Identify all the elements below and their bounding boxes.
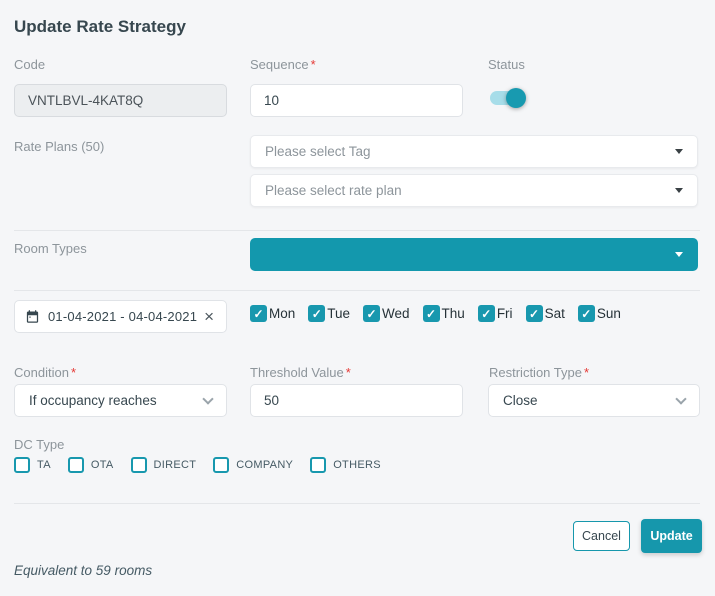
chevron-down-icon [202,393,213,404]
condition-label-text: Condition [14,365,69,380]
restriction-type-label: Restriction Type* [489,365,589,380]
tag-select-placeholder: Please select Tag [265,144,675,159]
checkbox-unchecked [14,457,30,473]
update-button[interactable]: Update [641,519,702,553]
caret-down-icon [675,252,683,257]
required-asterisk: * [311,57,316,72]
date-range-value: 01-04-2021 - 04-04-2021 [48,309,202,324]
room-types-select[interactable] [250,238,698,271]
dc-type-checkbox-group: TA OTA DIRECT COMPANY OTHERS [14,457,381,473]
room-types-label: Room Types [14,241,87,256]
restriction-type-label-text: Restriction Type [489,365,582,380]
weekday-checkbox-fri[interactable]: ✓Fri [478,305,513,322]
weekday-checkbox-mon[interactable]: ✓Mon [250,305,295,322]
dc-type-option-label: DIRECT [154,459,197,471]
weekday-checkbox-sun[interactable]: ✓Sun [578,305,621,322]
weekday-checkbox-wed[interactable]: ✓Wed [363,305,410,322]
condition-select-value: If occupancy reaches [29,393,204,408]
check-icon: ✓ [308,305,325,322]
check-icon: ✓ [526,305,543,322]
weekday-checkbox-thu[interactable]: ✓Thu [423,305,465,322]
weekday-label: Thu [442,306,465,321]
rate-plan-select-placeholder: Please select rate plan [265,183,675,198]
section-divider [14,503,700,504]
check-icon: ✓ [423,305,440,322]
required-asterisk: * [584,365,589,380]
checkbox-unchecked [131,457,147,473]
threshold-value-field[interactable] [250,384,463,417]
check-icon: ✓ [478,305,495,322]
threshold-label: Threshold Value* [250,365,351,380]
date-range-field[interactable]: 01-04-2021 - 04-04-2021 × [14,300,227,333]
sequence-label: Sequence* [250,57,316,72]
dc-type-checkbox-ta[interactable]: TA [14,457,51,473]
section-divider [14,290,700,291]
equivalent-rooms-note: Equivalent to 59 rooms [14,563,152,578]
weekday-checkbox-sat[interactable]: ✓Sat [526,305,565,322]
status-label: Status [488,57,525,72]
dc-type-checkbox-direct[interactable]: DIRECT [131,457,197,473]
weekday-label: Sun [597,306,621,321]
required-asterisk: * [346,365,351,380]
calendar-icon [25,309,40,324]
dc-type-checkbox-ota[interactable]: OTA [68,457,114,473]
update-rate-strategy-form: Update Rate Strategy Code Sequence* Stat… [0,0,715,596]
condition-label: Condition* [14,365,76,380]
caret-down-icon [675,188,683,193]
dc-type-checkbox-company[interactable]: COMPANY [213,457,293,473]
sequence-label-text: Sequence [250,57,309,72]
close-icon[interactable]: × [202,308,216,325]
check-icon: ✓ [363,305,380,322]
dc-type-option-label: TA [37,459,51,471]
caret-down-icon [675,149,683,154]
status-toggle[interactable] [488,88,526,108]
weekday-label: Mon [269,306,295,321]
checkbox-unchecked [68,457,84,473]
dc-type-option-label: COMPANY [236,459,293,471]
condition-select[interactable]: If occupancy reaches [14,384,227,417]
restriction-type-select[interactable]: Close [488,384,700,417]
weekday-checkbox-group: ✓Mon ✓Tue ✓Wed ✓Thu ✓Fri ✓Sat ✓Sun [250,305,621,322]
sequence-field[interactable] [250,84,463,117]
restriction-type-select-value: Close [503,393,677,408]
dc-type-option-label: OTA [91,459,114,471]
dc-type-checkbox-others[interactable]: OTHERS [310,457,381,473]
tag-select[interactable]: Please select Tag [250,135,698,168]
weekday-label: Wed [382,306,410,321]
toggle-thumb [506,88,526,108]
dc-type-label: DC Type [14,437,64,452]
dc-type-option-label: OTHERS [333,459,381,471]
weekday-label: Tue [327,306,350,321]
checkbox-unchecked [310,457,326,473]
code-field [14,84,227,117]
section-divider [14,230,700,231]
chevron-down-icon [675,393,686,404]
required-asterisk: * [71,365,76,380]
weekday-label: Fri [497,306,513,321]
checkbox-unchecked [213,457,229,473]
check-icon: ✓ [250,305,267,322]
rate-plans-label: Rate Plans (50) [14,139,104,154]
weekday-label: Sat [545,306,565,321]
cancel-button[interactable]: Cancel [573,521,630,551]
page-title: Update Rate Strategy [14,17,186,37]
weekday-checkbox-tue[interactable]: ✓Tue [308,305,350,322]
code-label: Code [14,57,45,72]
rate-plan-select[interactable]: Please select rate plan [250,174,698,207]
check-icon: ✓ [578,305,595,322]
threshold-label-text: Threshold Value [250,365,344,380]
